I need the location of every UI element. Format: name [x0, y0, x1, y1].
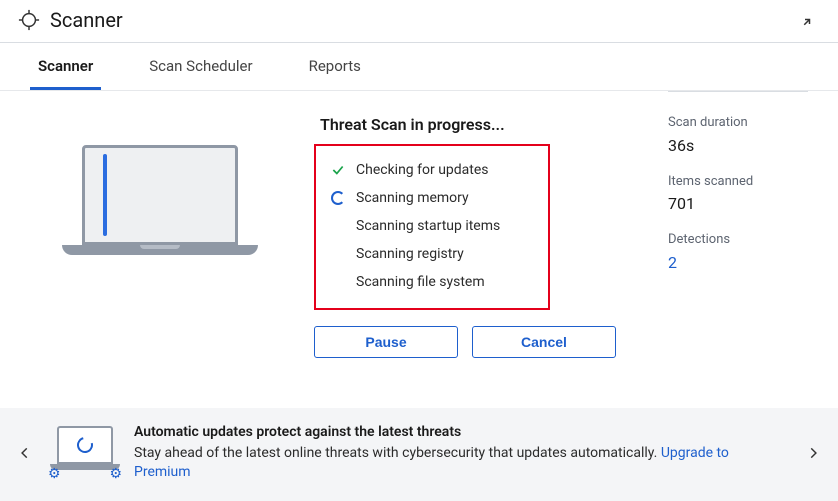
- promo-banner: ⚙ ⚙ Automatic updates protect against th…: [0, 408, 838, 501]
- empty-icon: [330, 246, 346, 262]
- stat-detections-value[interactable]: 2: [668, 253, 808, 272]
- promo-graphic: ⚙ ⚙: [50, 426, 120, 480]
- refresh-icon: [74, 434, 96, 456]
- stat-duration: Scan duration 36s: [668, 114, 808, 155]
- promo-next-icon[interactable]: [802, 433, 824, 473]
- stat-duration-label: Scan duration: [668, 114, 808, 132]
- step-startup-items: Scanning startup items: [330, 212, 522, 240]
- pause-button[interactable]: Pause: [314, 326, 458, 358]
- cancel-button[interactable]: Cancel: [472, 326, 616, 358]
- step-label: Scanning registry: [356, 246, 464, 262]
- step-checking-updates: Checking for updates: [330, 156, 522, 184]
- promo-prev-icon[interactable]: [14, 433, 36, 473]
- promo-text: Automatic updates protect against the la…: [134, 424, 788, 483]
- scan-steps-box: Checking for updates Scanning memory Sca…: [314, 144, 550, 310]
- tab-reports[interactable]: Reports: [301, 43, 369, 90]
- empty-icon: [330, 218, 346, 234]
- laptop-screen-graphic: [82, 145, 238, 245]
- window-header: Scanner: [0, 0, 838, 43]
- stat-items-label: Items scanned: [668, 173, 808, 191]
- progress-title: Threat Scan in progress...: [320, 115, 505, 134]
- page-title: Scanner: [50, 8, 802, 32]
- tab-scanner[interactable]: Scanner: [30, 43, 101, 90]
- scan-main: Threat Scan in progress... Checking for …: [0, 91, 838, 368]
- check-icon: [330, 162, 346, 178]
- stat-items: Items scanned 701: [668, 173, 808, 214]
- stat-detections-label: Detections: [668, 231, 808, 249]
- spinner-icon: [330, 190, 346, 206]
- action-buttons: Pause Cancel: [314, 326, 616, 358]
- scan-progress-panel: Threat Scan in progress... Checking for …: [314, 115, 624, 358]
- step-label: Scanning file system: [356, 274, 485, 290]
- collapse-icon[interactable]: [802, 9, 820, 31]
- tab-scheduler[interactable]: Scan Scheduler: [141, 43, 260, 90]
- laptop-base-graphic: [62, 245, 258, 255]
- step-scanning-memory: Scanning memory: [330, 184, 522, 212]
- stat-items-value: 701: [668, 194, 808, 213]
- step-label: Checking for updates: [356, 162, 489, 178]
- step-registry: Scanning registry: [330, 240, 522, 268]
- gear-icon: ⚙: [109, 466, 122, 482]
- gear-icon: ⚙: [48, 466, 61, 482]
- empty-icon: [330, 274, 346, 290]
- scanner-target-icon: [18, 9, 40, 31]
- stat-detections: Detections 2: [668, 231, 808, 272]
- tab-bar: Scanner Scan Scheduler Reports: [0, 43, 838, 91]
- step-label: Scanning startup items: [356, 218, 500, 234]
- stat-duration-value: 36s: [668, 136, 808, 155]
- promo-title: Automatic updates protect against the la…: [134, 424, 788, 440]
- scan-illustration: [30, 115, 290, 358]
- promo-body: Stay ahead of the latest online threats …: [134, 444, 788, 483]
- step-label: Scanning memory: [356, 190, 469, 206]
- promo-body-text: Stay ahead of the latest online threats …: [134, 445, 661, 461]
- step-file-system: Scanning file system: [330, 268, 522, 296]
- scan-stats: Scan duration 36s Items scanned 701 Dete…: [668, 91, 808, 358]
- scan-line-graphic: [103, 154, 107, 236]
